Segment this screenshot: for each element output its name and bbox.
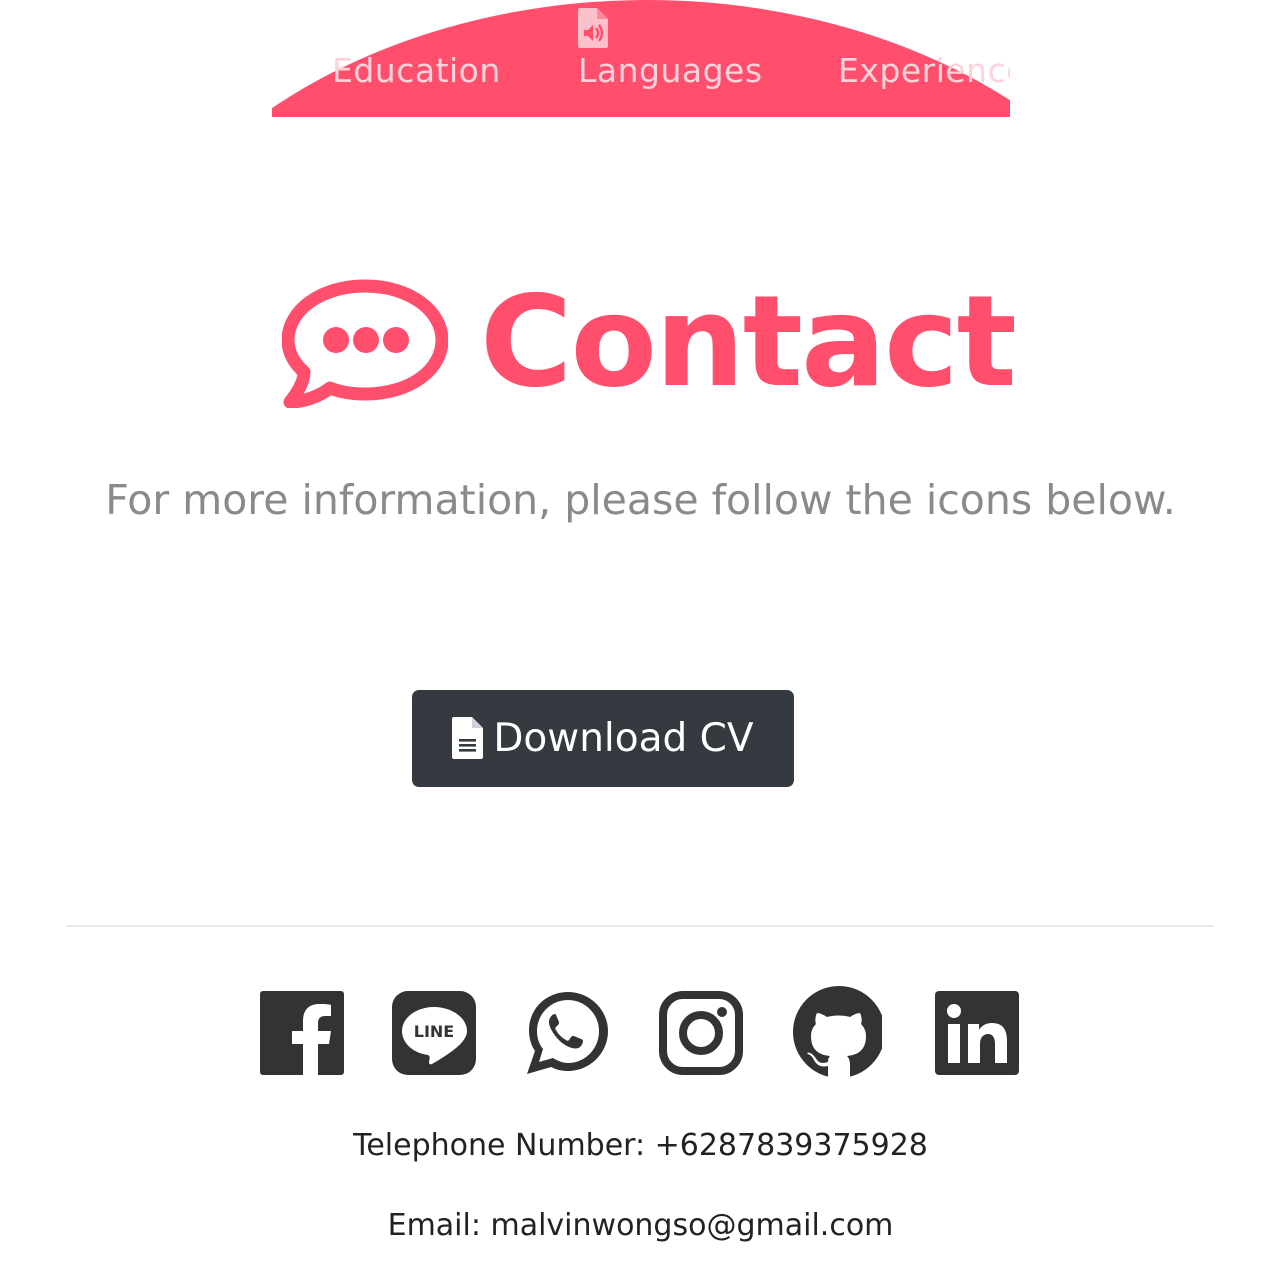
line-link[interactable]: LINE	[389, 986, 481, 1078]
section-divider	[66, 925, 1214, 927]
download-cv-label: Download CV	[493, 715, 754, 761]
file-audio-icon	[578, 6, 763, 48]
whatsapp-link[interactable]	[522, 986, 614, 1078]
whatsapp-icon	[527, 992, 608, 1074]
briefcase-icon	[838, 6, 1010, 48]
chat-bubble-icon	[282, 279, 448, 408]
graduation-icon	[332, 6, 501, 48]
contact-heading: Contact	[282, 272, 1017, 412]
instagram-link[interactable]	[655, 986, 747, 1078]
linkedin-link[interactable]	[931, 986, 1023, 1078]
file-icon	[452, 716, 484, 759]
nav-item-experience[interactable]: Experience	[838, 6, 1010, 94]
line-badge-text: LINE	[414, 1022, 454, 1041]
email-address: Email: malvinwongso@gmail.com	[387, 1208, 894, 1243]
nav-item-education[interactable]: Education	[332, 6, 501, 94]
top-navigation: Education Languages Experience	[272, 0, 1010, 117]
github-link[interactable]	[790, 986, 882, 1078]
instagram-icon	[659, 991, 743, 1075]
telephone-number: Telephone Number: +6287839375928	[353, 1128, 928, 1163]
facebook-link[interactable]	[256, 986, 348, 1078]
facebook-icon	[260, 991, 344, 1075]
contact-subtitle: For more information, please follow the …	[105, 476, 1176, 524]
nav-item-label: Education	[332, 51, 501, 90]
linkedin-icon	[935, 991, 1019, 1075]
line-icon: LINE	[392, 991, 476, 1075]
github-icon	[793, 986, 882, 1078]
download-cv-button[interactable]: Download CV	[412, 690, 794, 787]
page-title: Contact	[480, 268, 1017, 415]
nav-item-label: Languages	[578, 51, 763, 90]
social-links: LINE	[0, 986, 1281, 1078]
nav-item-label: Experience	[838, 51, 1010, 90]
nav-item-languages[interactable]: Languages	[578, 6, 763, 94]
email-container: Email: malvinwongso@gmail.com	[368, 1206, 908, 1246]
